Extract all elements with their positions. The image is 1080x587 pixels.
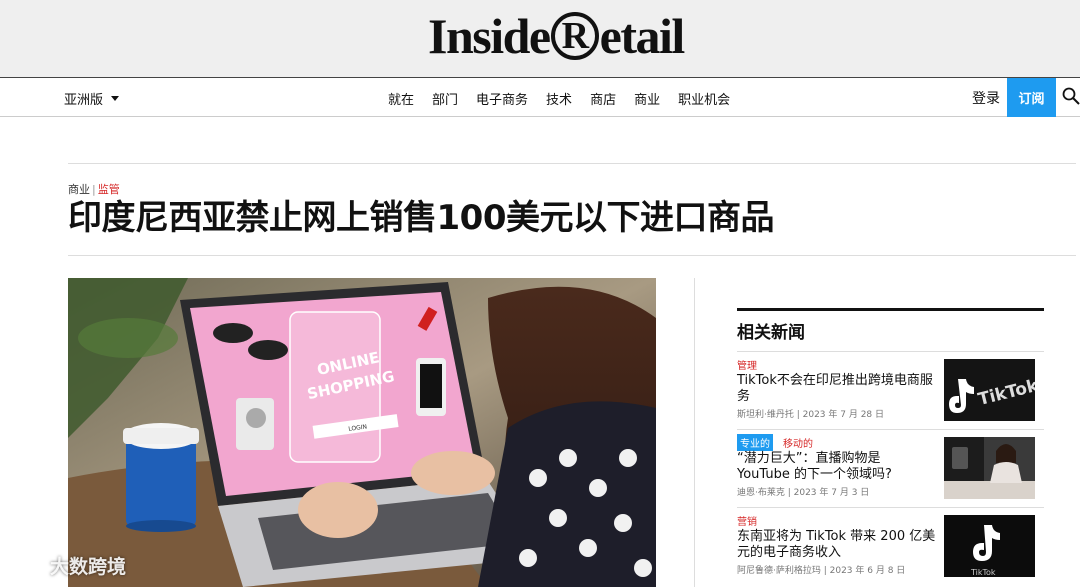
news-tag[interactable]: 营销 xyxy=(737,513,757,528)
news-title[interactable]: “潜力巨大”：直播购物是 YouTube 的下一个领域吗? xyxy=(737,451,937,483)
logo-text-etail: etail xyxy=(599,8,686,64)
search-icon[interactable] xyxy=(1062,87,1080,107)
news-thumbnail[interactable]: TikTok xyxy=(944,515,1035,577)
masthead: Inside Retail xyxy=(0,0,1080,77)
list-item[interactable]: 专业的 移动的 “潜力巨大”：直播购物是 YouTube 的下一个领域吗? 迪恩… xyxy=(737,429,1044,507)
watermark-logo-icon xyxy=(10,554,44,577)
news-title[interactable]: TikTok不会在印尼推出跨境电商服务 xyxy=(737,373,937,405)
nav-item-business[interactable]: 商业 xyxy=(634,89,660,108)
chevron-down-icon xyxy=(111,96,120,101)
logo-registered-r: R xyxy=(550,12,599,60)
article-headline: 印度尼西亚禁止网上销售100美元以下进口商品 xyxy=(68,198,774,238)
nav-item-now[interactable]: 就在 xyxy=(388,89,414,108)
site-logo[interactable]: Inside Retail xyxy=(428,8,686,64)
column-divider xyxy=(694,278,695,587)
list-item[interactable]: 营销 东南亚将为 TikTok 带来 200 亿美元的电子商务收入 阿尼鲁德·萨… xyxy=(737,507,1044,585)
nav-item-sectors[interactable]: 部门 xyxy=(432,89,458,108)
edition-label: 亚洲版 xyxy=(64,93,104,108)
nav-item-ecommerce[interactable]: 电子商务 xyxy=(476,89,528,108)
nav-item-careers[interactable]: 职业机会 xyxy=(678,89,730,108)
news-tag-secondary[interactable]: 移动的 xyxy=(783,435,813,450)
news-tag[interactable]: 专业的 xyxy=(737,434,773,451)
subscribe-button[interactable]: 订阅 xyxy=(1007,78,1056,117)
news-meta: 斯坦利·维丹托 | 2023 年 7 月 28 日 xyxy=(737,410,885,420)
news-tag[interactable]: 管理 xyxy=(737,357,757,372)
news-title[interactable]: 东南亚将为 TikTok 带来 200 亿美元的电子商务收入 xyxy=(737,529,937,561)
nav-menu: 就在 部门 电子商务 技术 商店 商业 职业机会 xyxy=(388,89,730,108)
logo-text-inside: Inside xyxy=(428,8,551,64)
main-navigation: 亚洲版 就在 部门 电子商务 技术 商店 商业 职业机会 登录 订阅 xyxy=(0,77,1080,117)
top-divider xyxy=(68,163,1076,164)
related-news: 相关新闻 管理 TikTok不会在印尼推出跨境电商服务 斯坦利·维丹托 | 20… xyxy=(737,308,1044,577)
login-link[interactable]: 登录 xyxy=(972,88,1000,108)
related-news-title: 相关新闻 xyxy=(737,323,805,343)
watermark-text: 大数跨境 xyxy=(50,556,127,578)
thumb-brand-text: TikTok xyxy=(970,568,996,577)
news-thumbnail[interactable]: TikTok xyxy=(944,359,1035,421)
list-item[interactable]: 管理 TikTok不会在印尼推出跨境电商服务 斯坦利·维丹托 | 2023 年 … xyxy=(737,351,1044,429)
nav-item-technology[interactable]: 技术 xyxy=(546,89,572,108)
nav-item-stores[interactable]: 商店 xyxy=(590,89,616,108)
watermark: 大数跨境 xyxy=(10,552,126,579)
hero-image: ONLINE SHOPPING LOGIN xyxy=(68,278,656,587)
news-meta: 迪恩·布莱克 | 2023 年 7 月 3 日 xyxy=(737,488,870,498)
news-thumbnail[interactable] xyxy=(944,437,1035,499)
headline-divider xyxy=(68,255,1076,256)
edition-selector[interactable]: 亚洲版 xyxy=(64,89,120,108)
news-meta: 阿尼鲁德·萨利格拉玛 | 2023 年 6 月 8 日 xyxy=(737,566,906,576)
